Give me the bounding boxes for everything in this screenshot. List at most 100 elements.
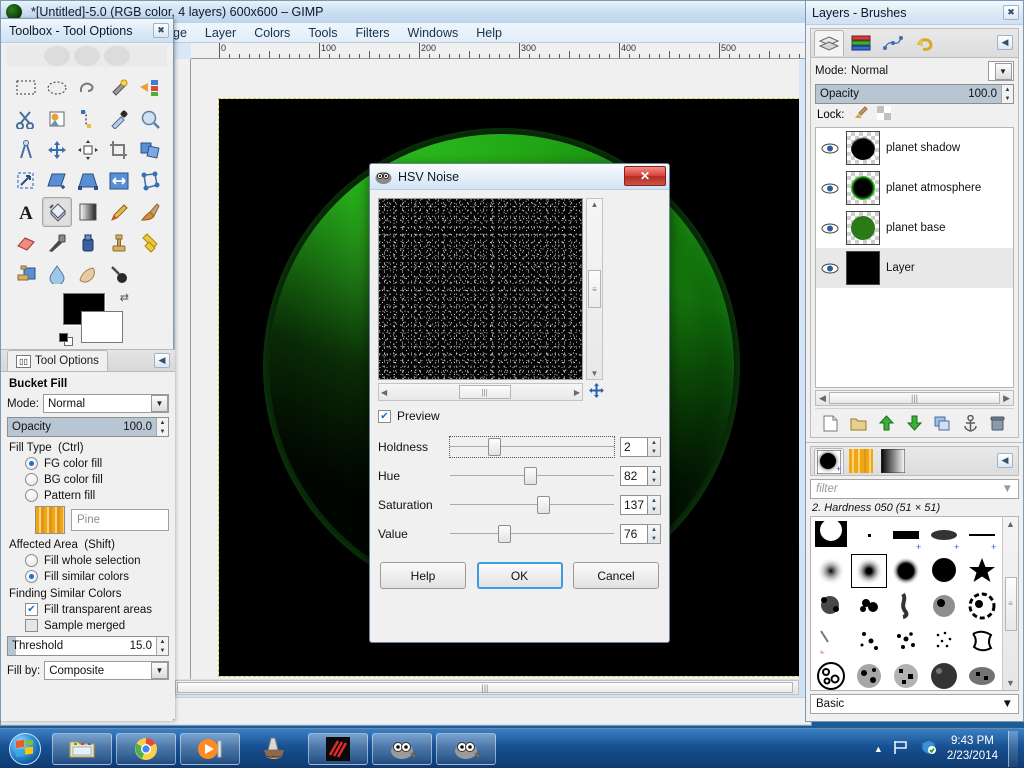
layer-row-planet-base[interactable]: planet base — [816, 208, 1013, 248]
eraser-tool-icon[interactable] — [11, 228, 41, 258]
opacity-spinner[interactable]: ▲ ▼ — [156, 418, 168, 436]
brush-cell[interactable] — [926, 554, 963, 588]
brush-cell[interactable] — [963, 624, 1000, 658]
brush-category-select[interactable]: Basic ▼ — [810, 694, 1019, 714]
clone-tool-icon[interactable] — [104, 228, 134, 258]
value-value[interactable]: 76 — [620, 524, 648, 544]
eye-icon[interactable] — [820, 223, 840, 234]
pattern-name[interactable]: Pine — [71, 509, 169, 531]
saturation-value[interactable]: 137 — [620, 495, 648, 515]
pencil-tool-icon[interactable] — [104, 197, 134, 227]
brush-cell[interactable] — [851, 624, 888, 658]
flip-tool-icon[interactable] — [104, 166, 134, 196]
layer-list[interactable]: planet shadow planet atmosphere planet b… — [815, 127, 1014, 388]
zoom-tool-icon[interactable] — [135, 104, 165, 134]
brush-cell[interactable] — [851, 519, 888, 553]
tab-channels[interactable] — [846, 30, 876, 56]
radio-icon[interactable] — [25, 473, 38, 486]
saturation-slider[interactable] — [450, 495, 614, 515]
preview-vscrollbar[interactable]: ▲ ≡ ▼ — [586, 198, 603, 380]
horizontal-ruler[interactable]: 0 100 200 300 400 500 — [191, 43, 811, 59]
tab-paths[interactable] — [878, 30, 908, 56]
scissors-select-tool-icon[interactable] — [11, 104, 41, 134]
hue-spinner[interactable]: ▲ ▼ — [648, 466, 661, 486]
menu-filters[interactable]: Filters — [356, 26, 390, 40]
chevron-down-icon[interactable]: ▼ — [1002, 698, 1013, 710]
heal-tool-icon[interactable] — [135, 228, 165, 258]
brush-cell[interactable] — [813, 659, 850, 693]
radio-icon[interactable] — [25, 554, 38, 567]
blur-sharpen-tool-icon[interactable] — [42, 259, 72, 289]
foreground-select-tool-icon[interactable] — [42, 104, 72, 134]
network-icon[interactable] — [893, 740, 910, 758]
brush-cell[interactable] — [963, 659, 1000, 693]
pattern-row[interactable]: Pine — [35, 506, 169, 534]
anchor-layer-button[interactable] — [959, 413, 981, 433]
chevron-down-icon[interactable]: ▼ — [994, 62, 1012, 80]
radio-fg-color-fill[interactable]: FG color fill — [25, 457, 169, 470]
layer-mode-select[interactable]: ▼ — [988, 61, 1014, 81]
layer-hscroll-thumb[interactable]: ||| — [828, 392, 1001, 404]
menu-windows[interactable]: Windows — [408, 26, 459, 40]
right-dock-tabrow[interactable]: ◀ — [810, 28, 1019, 58]
taskbar-media-player[interactable] — [180, 732, 240, 765]
checkmark-icon[interactable] — [25, 619, 38, 632]
show-desktop-button[interactable] — [1008, 730, 1018, 767]
color-area[interactable]: ⇄ — [51, 292, 131, 351]
pan-navigate-icon[interactable] — [589, 383, 604, 401]
airbrush-tool-icon[interactable] — [42, 228, 72, 258]
scroll-left-icon[interactable]: ◀ — [381, 388, 387, 397]
dodge-burn-tool-icon[interactable] — [104, 259, 134, 289]
brush-vscroll-thumb[interactable]: ≡ — [1004, 576, 1017, 631]
brush-cell[interactable] — [813, 589, 850, 623]
text-tool-icon[interactable]: A — [11, 197, 41, 227]
brush-grid[interactable]: + + + — [811, 517, 1002, 690]
tool-options-tabrow[interactable]: ▯▯ Tool Options ◀ — [1, 350, 175, 372]
dialog-titlebar[interactable]: HSV Noise ✕ — [370, 164, 669, 190]
ellipse-select-tool-icon[interactable] — [42, 73, 72, 103]
scroll-down-icon[interactable]: ▼ — [591, 369, 599, 378]
eye-icon[interactable] — [820, 143, 840, 154]
scroll-right-icon[interactable]: ▶ — [574, 388, 580, 397]
chevron-down-icon[interactable]: ▼ — [1002, 483, 1013, 495]
brush-cell[interactable] — [851, 659, 888, 693]
smudge-tool-icon[interactable] — [73, 259, 103, 289]
free-select-tool-icon[interactable] — [73, 73, 103, 103]
perspective-clone-tool-icon[interactable] — [11, 259, 41, 289]
shear-tool-icon[interactable] — [42, 166, 72, 196]
brush-cell[interactable]: + — [888, 519, 925, 553]
bucket-fill-tool-icon[interactable] — [42, 197, 72, 227]
scroll-down-icon[interactable]: ▼ — [1006, 678, 1015, 688]
brush-cell[interactable] — [813, 519, 850, 553]
menu-layer[interactable]: Layer — [205, 26, 236, 40]
scroll-up-icon[interactable]: ▲ — [591, 200, 599, 209]
taskbar-gimp-1[interactable] — [372, 732, 432, 765]
new-layer-group-button[interactable] — [848, 413, 870, 433]
cancel-button[interactable]: Cancel — [573, 562, 659, 589]
hue-value[interactable]: 82 — [620, 466, 648, 486]
delete-layer-button[interactable] — [987, 413, 1009, 433]
ok-button[interactable]: OK — [476, 562, 563, 589]
noise-preview[interactable] — [378, 198, 583, 380]
scroll-up-icon[interactable]: ▲ — [1006, 519, 1015, 529]
value-slider[interactable] — [450, 524, 614, 544]
vertical-ruler[interactable] — [175, 59, 191, 679]
brush-cell[interactable] — [926, 624, 963, 658]
crop-tool-icon[interactable] — [104, 135, 134, 165]
menu-help[interactable]: Help — [476, 26, 502, 40]
taskbar-app-red[interactable] — [308, 732, 368, 765]
duplicate-layer-button[interactable] — [931, 413, 953, 433]
brush-grid-vscrollbar[interactable]: ▲ ≡ ▼ — [1002, 517, 1018, 690]
layer-opacity-slider[interactable]: Opacity 100.0 ▲ ▼ — [815, 84, 1014, 104]
taskbar-explorer[interactable] — [52, 732, 112, 765]
background-color-swatch[interactable] — [81, 311, 123, 343]
perspective-tool-icon[interactable] — [73, 166, 103, 196]
preview-checkbox-row[interactable]: ✔ Preview — [378, 409, 661, 423]
close-icon[interactable]: ✕ — [624, 166, 666, 186]
preview-vscroll-thumb[interactable]: ≡ — [588, 270, 601, 308]
help-button[interactable]: Help — [380, 562, 466, 589]
brush-cell[interactable] — [813, 624, 850, 658]
right-dock-collapse-button[interactable]: ◀ — [997, 35, 1013, 50]
clock[interactable]: 9:43 PM 2/23/2014 — [947, 734, 998, 764]
threshold-slider[interactable]: Threshold 15.0 ▲ ▼ — [7, 636, 169, 656]
